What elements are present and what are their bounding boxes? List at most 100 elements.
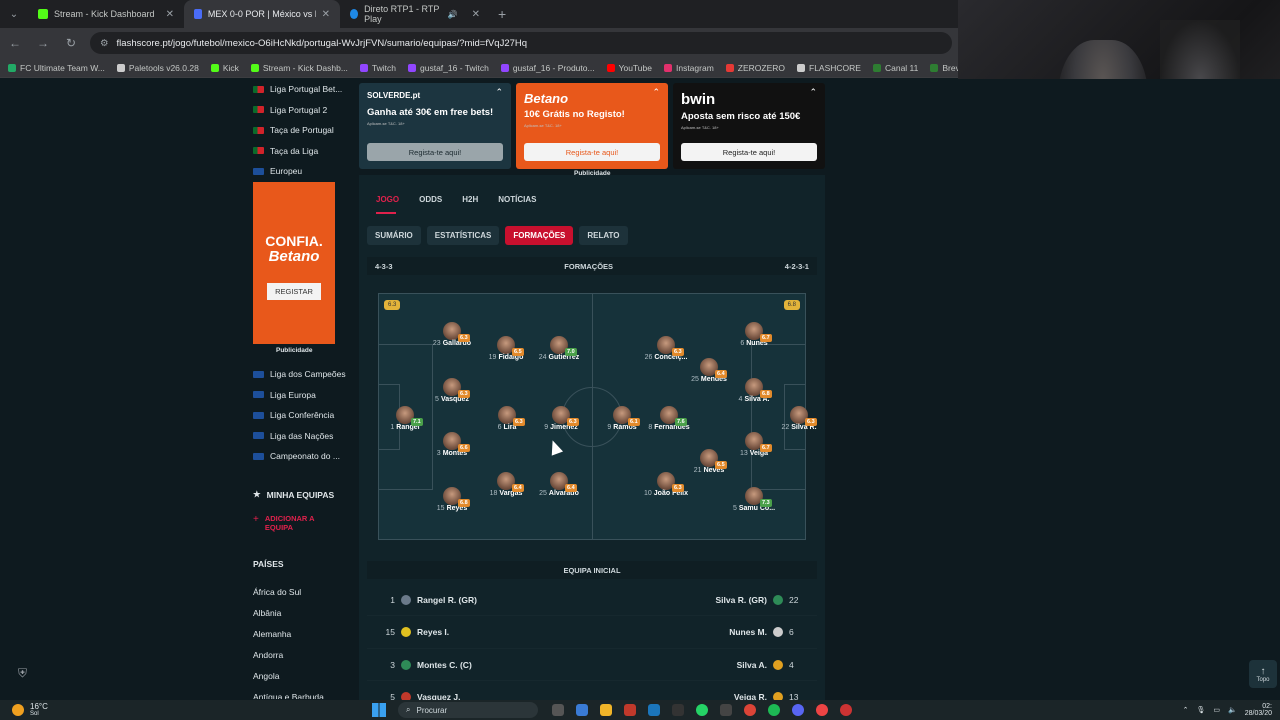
back-arrow-icon[interactable]: ← [6,36,24,50]
country-item[interactable]: Andorra [253,650,353,671]
player[interactable]: 6.3 23 Gallardo [427,322,477,347]
bookmark-item[interactable]: FC Ultimate Team W... [8,63,105,73]
sidebar-league-item[interactable]: Liga Portugal 2 [253,100,353,121]
close-tab-icon[interactable]: ✕ [472,9,480,20]
sidebar-league-item[interactable]: Liga das Nações [253,426,353,447]
bookmark-item[interactable]: FLASHCORE [797,63,861,73]
player[interactable]: 6.3 22 Silva R. [774,406,824,431]
player[interactable]: 6.3 9 Jimenez [536,406,586,431]
app-icon[interactable] [624,704,636,716]
player[interactable]: 7.6 8 Fernandes [644,406,694,431]
sidebar-league-item[interactable]: Liga Europa [253,385,353,406]
browser-tab-rtp[interactable]: Direto RTP1 - RTP Play 🔊 ✕ [340,0,490,28]
close-tab-icon[interactable]: ✕ [166,9,174,20]
lineup-row[interactable]: 15 Reyes I. Nunes M. 6 [367,617,817,649]
country-item[interactable]: África do Sul [253,587,353,608]
player[interactable]: 6.1 9 Ramos [597,406,647,431]
sidebar-league-item[interactable]: Liga Portugal Bet... [253,79,353,100]
country-item[interactable]: Antígua e Barbuda [253,692,353,699]
player[interactable]: 6.8 4 Silva A. [729,378,779,403]
top-ad-3[interactable]: bwin Aposta sem risco até 150€ Aplicam-se … [673,83,825,169]
player[interactable]: 6.5 19 Fidalgo [481,336,531,361]
player[interactable]: 6.4 25 Mendes [684,358,734,383]
bookmark-item[interactable]: Twitch [359,63,396,73]
player[interactable]: 6.3 5 Vasquez [427,378,477,403]
add-team-link[interactable]: + ADICIONAR A EQUIPA [253,514,343,532]
tab-odds[interactable]: ODDS [419,195,442,204]
sidebar-betano-ad[interactable]: CONFIA. Betano REGISTAR [253,182,335,344]
player[interactable]: 6.4 25 Alvarado [534,472,584,497]
bookmark-item[interactable]: Kick [210,63,239,73]
ad-register-button[interactable]: Regista-te aqui! [524,143,660,161]
player[interactable]: 6.7 6 Nunes [729,322,779,347]
player[interactable]: 6.6 3 Montes [427,432,477,457]
player[interactable]: 6.5 21 Neves [684,449,734,474]
mic-icon[interactable]: 🎙 [1197,706,1206,714]
player[interactable]: 7.3 5 Samu Co... [729,487,779,512]
browser-tab-flashscore[interactable]: MEX 0-0 POR | México vs Portu... ✕ [184,0,340,28]
country-item[interactable]: Albânia [253,608,353,629]
steam-icon[interactable] [648,704,660,716]
sidebar-league-item[interactable]: Taça de Portugal [253,120,353,141]
sidebar-league-item[interactable]: Liga dos Campeões [253,364,353,385]
url-input[interactable]: ⚙ flashscore.pt/jogo/futebol/mexico-O6iH… [90,32,952,54]
file-explorer-icon[interactable] [600,704,612,716]
player[interactable]: 6.4 18 Vargas [481,472,531,497]
audio-playing-icon[interactable]: 🔊 [448,10,458,19]
bookmark-item[interactable]: Brevement [930,63,958,73]
task-view-icon[interactable] [552,704,564,716]
whatsapp-icon[interactable] [696,704,708,716]
site-info-icon[interactable]: ⚙ [100,38,109,49]
subtab-formacoes[interactable]: FORMAÇÕES [505,226,574,245]
bookmark-item[interactable]: YouTube [606,63,652,73]
new-tab-icon[interactable]: + [498,6,506,22]
tab-jogo[interactable]: JOGO [376,195,399,204]
top-ad-1[interactable]: SOLVERDE.pt Ganha até 30€ em free bets! Ap… [359,83,511,169]
back-to-top-button[interactable]: ↑ Topo [1249,660,1277,688]
collapse-chevron-icon[interactable]: ⌃ [809,87,817,98]
chrome-icon[interactable] [744,704,756,716]
shield-check-icon[interactable]: ⛨ [18,666,27,681]
close-tab-icon[interactable]: ✕ [322,9,330,20]
player[interactable]: 6.3 10 João Félix [641,472,691,497]
ad-register-button[interactable]: Regista-te aqui! [681,143,817,161]
bookmark-item[interactable]: ZEROZERO [725,63,785,73]
collapse-chevron-icon[interactable]: ⌃ [652,87,660,98]
bookmark-item[interactable]: Instagram [663,63,714,73]
weather-widget[interactable]: 16°C Sol [0,703,360,717]
sidebar-league-item[interactable]: Campeonato do ... [253,446,353,467]
bookmark-item[interactable]: Canal 11 [872,63,918,73]
player[interactable]: 6.3 6 Lira [482,406,532,431]
player[interactable]: 7.0 24 Gutierrez [534,336,584,361]
sidebar-league-item[interactable]: Liga Conferência [253,405,353,426]
sidebar-league-item[interactable]: Taça da Liga [253,141,353,162]
subtab-estatisticas[interactable]: ESTATÍSTICAS [426,226,500,245]
bookmark-item[interactable]: gustaf_16 - Twitch [408,63,489,73]
tab-h2h[interactable]: H2H [462,195,478,204]
country-item[interactable]: Angola [253,671,353,692]
windows-start-icon[interactable] [372,703,386,717]
bookmark-item[interactable]: Stream - Kick Dashb... [250,63,348,73]
epic-games-icon[interactable] [672,704,684,716]
tab-noticias[interactable]: NOTÍCIAS [498,195,536,204]
sidebar-league-item[interactable]: Europeu [253,161,353,182]
spotify-icon[interactable] [768,704,780,716]
app-icon-2[interactable] [720,704,732,716]
widgets-icon[interactable] [576,704,588,716]
bookmark-item[interactable]: Paletools v26.0.28 [116,63,199,73]
country-item[interactable]: Alemanha [253,629,353,650]
app-icon-3[interactable] [840,704,852,716]
display-icon[interactable]: ▭ [1213,706,1220,714]
chevron-up-icon[interactable]: ⌃ [1183,706,1189,714]
ad-register-button[interactable]: REGISTAR [267,283,321,300]
browser-tab-kick[interactable]: Stream - Kick Dashboard ✕ [28,0,184,28]
player[interactable]: 7.1 1 Rangel [380,406,430,431]
lineup-row[interactable]: 1 Rangel R. (GR) Silva R. (GR) 22 [367,584,817,616]
taskbar-search[interactable]: ⌕ Procurar [398,702,538,718]
chrome-active-icon[interactable] [816,704,828,716]
top-ad-2[interactable]: Betano 10€ Grátis no Registo! Aplicam-se T… [516,83,668,169]
player[interactable]: 6.7 13 Veiga [729,432,779,457]
tab-search-chevron-icon[interactable]: ⌄ [0,0,28,28]
discord-icon[interactable] [792,704,804,716]
reload-icon[interactable]: ↻ [62,36,80,50]
